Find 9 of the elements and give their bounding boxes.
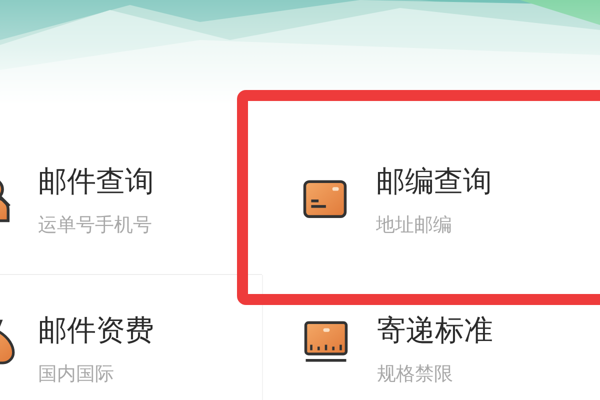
service-subtitle: 地址邮编 bbox=[376, 213, 453, 238]
service-title[interactable]: 邮件查询 bbox=[38, 162, 154, 202]
service-title[interactable]: 寄递标准 bbox=[377, 311, 493, 351]
service-title[interactable]: 邮编查询 bbox=[376, 162, 492, 202]
service-subtitle: 规格禁限 bbox=[377, 362, 454, 387]
service-subtitle: 国内国际 bbox=[38, 362, 115, 387]
ruler-box-icon bbox=[303, 319, 349, 365]
service-subtitle: 运单号手机号 bbox=[38, 212, 153, 238]
service-title[interactable]: 邮件资费 bbox=[38, 311, 154, 351]
